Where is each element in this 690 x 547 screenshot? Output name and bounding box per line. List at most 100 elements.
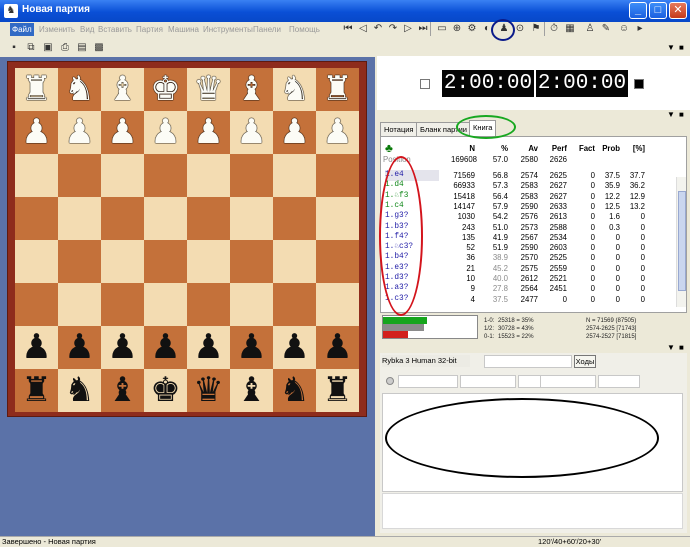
board-square[interactable]: ♟: [15, 326, 58, 369]
board-square[interactable]: [273, 154, 316, 197]
flag-icon[interactable]: ⚑: [530, 22, 542, 35]
black-pawn-piece[interactable]: ♟: [107, 326, 137, 369]
analysis-icon[interactable]: ⊕: [451, 22, 463, 35]
book-move-row[interactable]: 1.c3? 4 37.5 2477 0 0 0 0: [381, 294, 686, 305]
menu-item[interactable]: Инструменты: [201, 23, 255, 36]
black-king-piece[interactable]: ♚: [150, 369, 180, 412]
black-pawn-piece[interactable]: ♟: [236, 326, 266, 369]
board-square[interactable]: ♟: [230, 111, 273, 154]
tab-book[interactable]: Книга: [469, 120, 497, 136]
board-square[interactable]: [187, 154, 230, 197]
flip-board-icon[interactable]: ◐: [481, 22, 493, 35]
pane-close-icon[interactable]: ■: [679, 43, 684, 53]
board-square[interactable]: ♝: [101, 68, 144, 111]
image-icon[interactable]: ▩: [93, 41, 105, 54]
board-square[interactable]: [316, 283, 359, 326]
board-square[interactable]: ♝: [101, 369, 144, 412]
back-icon[interactable]: ◁: [357, 22, 369, 35]
black-pawn-piece[interactable]: ♟: [150, 326, 180, 369]
human-icon[interactable]: ☺: [618, 22, 630, 35]
black-pawn-piece[interactable]: ♟: [322, 326, 352, 369]
black-bishop-piece[interactable]: ♝: [236, 369, 266, 412]
black-queen-piece[interactable]: ♛: [193, 369, 223, 412]
black-pawn-piece[interactable]: ♟: [193, 326, 223, 369]
board-square[interactable]: [58, 197, 101, 240]
white-knight-piece[interactable]: ♞: [279, 68, 309, 111]
board-square[interactable]: [144, 154, 187, 197]
print-icon[interactable]: ⎙: [59, 41, 71, 54]
menu-item[interactable]: Вид: [78, 23, 96, 36]
minimize-button[interactable]: _: [629, 2, 647, 19]
pane-close-icon[interactable]: ■: [679, 343, 684, 353]
white-queen-piece[interactable]: ♛: [193, 68, 223, 111]
board-square[interactable]: ♜: [15, 369, 58, 412]
copy-board-icon[interactable]: ⧉: [25, 41, 37, 54]
black-pawn-piece[interactable]: ♟: [64, 326, 94, 369]
last-move-icon[interactable]: ⏭: [417, 22, 429, 35]
board-square[interactable]: [230, 154, 273, 197]
menu-item[interactable]: Панели: [251, 23, 283, 36]
white-bishop-piece[interactable]: ♝: [107, 68, 137, 111]
close-button[interactable]: ✕: [669, 2, 687, 19]
piece-icon[interactable]: ♟: [498, 22, 510, 35]
board-square[interactable]: [15, 283, 58, 326]
board-square[interactable]: ♚: [144, 68, 187, 111]
black-rook-piece[interactable]: ♜: [21, 369, 51, 412]
board-square[interactable]: [273, 197, 316, 240]
book-root-row[interactable]: Position 169608 57.0 2580 2626: [381, 154, 686, 165]
board-square[interactable]: [58, 283, 101, 326]
white-knight-piece[interactable]: ♞: [64, 68, 94, 111]
back-one-icon[interactable]: ↶: [372, 22, 384, 35]
board-square[interactable]: ♟: [15, 111, 58, 154]
board-square[interactable]: [101, 197, 144, 240]
board-square[interactable]: ♝: [230, 68, 273, 111]
more-icon[interactable]: ▸: [634, 22, 646, 35]
white-pawn-piece[interactable]: ♟: [279, 111, 309, 154]
chess-board[interactable]: ♜ ♞ ♝ ♚ ♛ ♝ ♞ ♜ ♟ ♟ ♟ ♟ ♟ ♟ ♟ ♟ ♟ ♟ ♟ ♟ ♟ ♟ ♟ ♟ ♜ ♞ ♝ ♚ ♛ ♝ ♞ ♜: [15, 68, 359, 412]
engine-icon[interactable]: ⚙: [466, 22, 478, 35]
app-icon[interactable]: ♞: [4, 4, 18, 18]
board-square[interactable]: [230, 240, 273, 283]
board-square[interactable]: ♚: [144, 369, 187, 412]
board-square[interactable]: ♟: [101, 111, 144, 154]
board-icon[interactable]: ▦: [564, 22, 576, 35]
lookup-icon[interactable]: ⊙: [514, 22, 526, 35]
pane-menu-icon[interactable]: ▼: [667, 43, 675, 53]
board-square[interactable]: ♞: [58, 68, 101, 111]
board-square[interactable]: ♛: [187, 68, 230, 111]
menu-item[interactable]: Изменить: [37, 23, 77, 36]
board-square[interactable]: [316, 154, 359, 197]
timer-icon[interactable]: ⏱: [548, 22, 560, 35]
board-square[interactable]: ♟: [273, 111, 316, 154]
white-rook-piece[interactable]: ♜: [21, 68, 51, 111]
black-rook-piece[interactable]: ♜: [322, 369, 352, 412]
board-square[interactable]: ♛: [187, 369, 230, 412]
board-square[interactable]: [230, 197, 273, 240]
save-icon[interactable]: ▪: [8, 41, 20, 54]
white-rook-piece[interactable]: ♜: [322, 68, 352, 111]
board-square[interactable]: ♜: [15, 68, 58, 111]
board-square[interactable]: ♟: [273, 326, 316, 369]
engine-output-area[interactable]: [382, 393, 683, 492]
board-square[interactable]: [230, 283, 273, 326]
white-pawn-piece[interactable]: ♟: [236, 111, 266, 154]
board-square[interactable]: ♟: [230, 326, 273, 369]
white-pawn-piece[interactable]: ♟: [64, 111, 94, 154]
moves-button[interactable]: Ходы: [574, 355, 596, 368]
board-square[interactable]: ♜: [316, 68, 359, 111]
board-square[interactable]: [316, 240, 359, 283]
forward-one-icon[interactable]: ↷: [387, 22, 399, 35]
book-icon[interactable]: ♙: [584, 22, 596, 35]
white-pawn-piece[interactable]: ♟: [21, 111, 51, 154]
menu-item[interactable]: Вставить: [96, 23, 134, 36]
engine-radio[interactable]: [386, 377, 394, 385]
board-square[interactable]: [15, 154, 58, 197]
white-bishop-piece[interactable]: ♝: [236, 68, 266, 111]
board-square[interactable]: [144, 240, 187, 283]
board-square[interactable]: [187, 240, 230, 283]
pane-close-icon[interactable]: ■: [679, 110, 684, 120]
black-knight-piece[interactable]: ♞: [279, 369, 309, 412]
board-square[interactable]: [273, 283, 316, 326]
menu-item[interactable]: Помощь: [287, 23, 322, 36]
board-square[interactable]: ♟: [316, 326, 359, 369]
